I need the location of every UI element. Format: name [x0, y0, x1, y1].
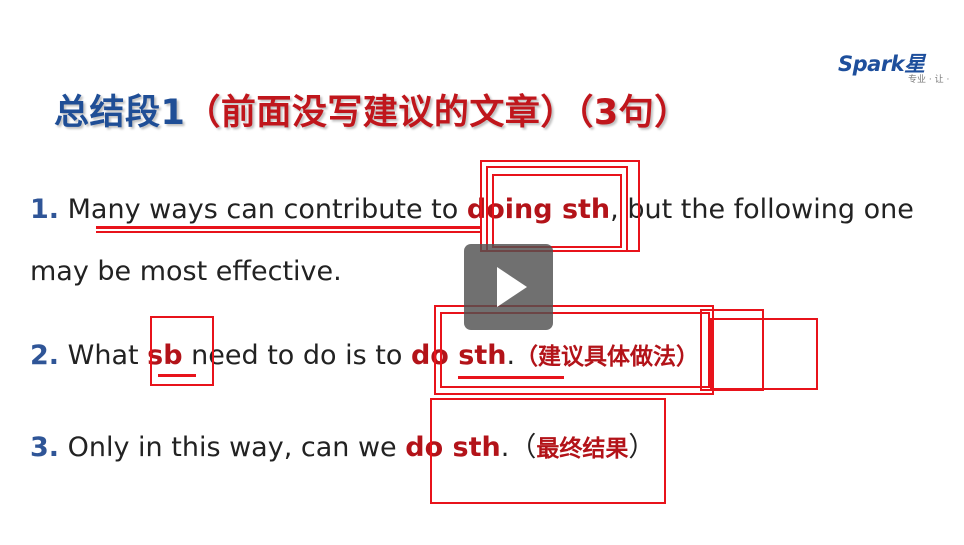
slide: Spark星 专业 · 让 · 总结段1（前面没写建议的文章）（3句） 1. M… [0, 0, 964, 545]
sentence-1-prefix: Many ways can contribute to [59, 194, 467, 225]
annotation-box [430, 398, 666, 504]
sentence-1-continued: may be most effective. [30, 256, 342, 287]
play-icon [497, 267, 527, 307]
sentence-2-prefix: What [59, 340, 148, 371]
sentence-1: 1. Many ways can contribute to doing sth… [30, 194, 914, 225]
sentence-1-number: 1. [30, 194, 60, 225]
spark-logo: Spark星 专业 · 让 · [838, 48, 964, 88]
play-button[interactable] [464, 244, 553, 330]
sentence-2-number: 2. [30, 340, 60, 371]
annotation-box [492, 174, 622, 248]
title-paren: （前面没写建议的文章）（3句） [185, 93, 690, 133]
sentence-1-suffix: , but the following one [610, 194, 914, 225]
annotation-box [710, 318, 818, 390]
logo-slogan: 专业 · 让 · [908, 75, 950, 85]
annotation-underline [158, 374, 196, 377]
sentence-2-middle: need to do is to [182, 340, 411, 371]
annotation-underline [458, 376, 564, 379]
sentence-3-number: 3. [30, 432, 60, 463]
title-main: 总结段1 [54, 93, 186, 133]
logo-brand: Spark [838, 52, 905, 76]
slide-title: 总结段1（前面没写建议的文章）（3句） [54, 84, 690, 135]
annotation-underline [96, 231, 480, 233]
annotation-underline [96, 226, 480, 229]
sentence-3-prefix: Only in this way, can we [59, 432, 406, 463]
